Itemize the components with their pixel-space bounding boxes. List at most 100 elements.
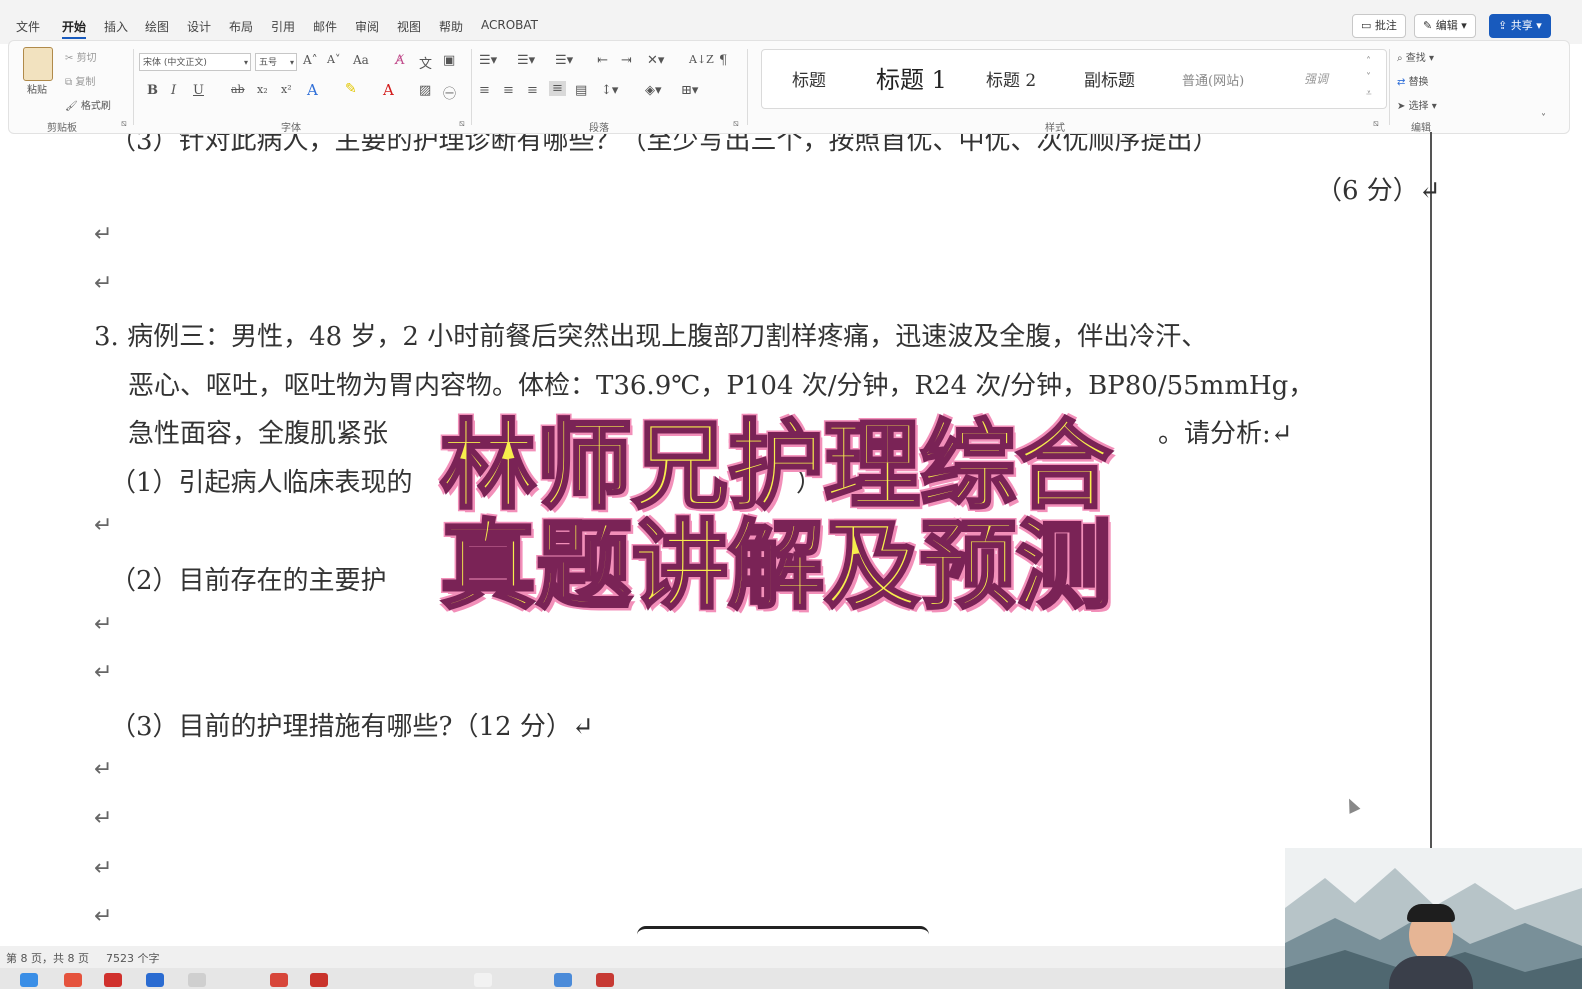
font-color-icon[interactable]: A — [383, 81, 394, 99]
doc-line-analyze[interactable]: 。请分析:↵ — [1158, 413, 1293, 450]
brush-icon: 🖌 — [65, 101, 81, 112]
more-styles-icon[interactable]: ⩡ — [1366, 88, 1372, 99]
taskbar-app-icon[interactable] — [474, 973, 492, 987]
comment-button[interactable]: ▭ 批注 — [1352, 14, 1406, 38]
taskbar-app-icon[interactable] — [188, 973, 206, 987]
doc-line-sub-2[interactable]: （2）目前存在的主要护 — [110, 560, 387, 597]
tab-draw[interactable]: 绘图 — [145, 18, 169, 35]
font-name-select[interactable]: 宋体 (中文正文) ▾ — [139, 53, 251, 71]
cut-button[interactable]: ✂ 剪切 — [65, 49, 97, 64]
share-button[interactable]: ⇪ 共享 ▾ — [1489, 14, 1551, 38]
style-normal-web[interactable]: 普通(网站) — [1182, 70, 1244, 89]
bullets-icon[interactable]: ☰▾ — [479, 53, 497, 68]
doc-line-sub-1[interactable]: （1）引起病人临床表现的 — [110, 462, 413, 499]
find-button[interactable]: ⌕ 查找 ▾ — [1397, 49, 1434, 64]
align-center-icon[interactable]: ≡ — [503, 83, 514, 98]
tab-design[interactable]: 设计 — [187, 18, 211, 35]
highlight-icon[interactable]: ✎ — [345, 81, 357, 97]
tab-help[interactable]: 帮助 — [439, 18, 463, 35]
text-effects-icon[interactable]: A — [307, 81, 318, 99]
font-launcher-icon[interactable]: ⧅ — [459, 119, 465, 129]
collapse-ribbon-icon[interactable]: ˅ — [1541, 113, 1546, 124]
shrink-font-button[interactable]: A˅ — [327, 53, 340, 66]
paragraph-mark: ↵ — [94, 513, 113, 538]
line-spacing-icon[interactable]: ↕▾ — [601, 83, 618, 98]
borders-icon[interactable]: ⊞▾ — [681, 83, 698, 98]
show-marks-icon[interactable]: ¶ — [719, 53, 727, 68]
word-count[interactable]: 7523 个字 — [106, 950, 160, 966]
taskbar-app-icon[interactable] — [554, 973, 572, 987]
tab-review[interactable]: 审阅 — [355, 18, 379, 35]
distributed-icon[interactable]: ▤ — [575, 83, 587, 98]
taskbar-app-icon[interactable] — [596, 973, 614, 987]
select-button[interactable]: ➤ 选择 ▾ — [1397, 97, 1437, 112]
shading-icon[interactable]: ◈▾ — [645, 83, 662, 98]
tab-home[interactable]: 开始 — [62, 18, 87, 39]
clear-format-icon[interactable]: A̸ — [395, 53, 404, 68]
multilevel-list-icon[interactable]: ☰▾ — [555, 53, 573, 68]
tab-mailings[interactable]: 邮件 — [313, 18, 337, 35]
style-emphasis[interactable]: 强调 — [1304, 70, 1328, 87]
copy-button[interactable]: ⧉ 复制 — [65, 73, 95, 88]
align-left-icon[interactable]: ≡ — [479, 83, 490, 98]
asian-layout-icon[interactable]: ✕▾ — [647, 53, 664, 68]
page-count[interactable]: 第 8 页，共 8 页 — [6, 950, 89, 966]
paragraph-launcher-icon[interactable]: ⧅ — [733, 119, 739, 129]
scroll-down-icon[interactable]: ˅ — [1366, 72, 1371, 83]
subscript-button[interactable]: x₂ — [257, 83, 268, 96]
tab-file[interactable]: 文件 — [16, 18, 40, 35]
justify-icon[interactable]: ≡ — [549, 81, 566, 96]
replace-button[interactable]: ⇄ 替换 — [1397, 73, 1429, 88]
paragraph-mark: ↵ — [94, 612, 113, 637]
taskbar-app-icon[interactable] — [104, 973, 122, 987]
taskbar-app-icon[interactable] — [20, 973, 38, 987]
edit-mode-button[interactable]: ✎ 编辑 ▾ — [1414, 14, 1476, 38]
scroll-up-icon[interactable]: ˄ — [1366, 56, 1371, 67]
enclose-characters-icon[interactable]: ㊀ — [443, 83, 456, 102]
bold-button[interactable]: B — [147, 83, 158, 98]
align-right-icon[interactable]: ≡ — [527, 83, 538, 98]
paste-icon[interactable] — [23, 47, 53, 81]
strikethrough-button[interactable]: ab — [231, 83, 245, 96]
taskbar-app-icon[interactable] — [146, 973, 164, 987]
style-subtitle[interactable]: 副标题 — [1084, 66, 1135, 91]
tab-layout[interactable]: 布局 — [229, 18, 253, 35]
italic-button[interactable]: I — [171, 83, 176, 98]
character-shading-icon[interactable]: ▨ — [419, 83, 431, 98]
sort-button[interactable]: A↓Z — [689, 53, 714, 66]
doc-line-case-3-cont2[interactable]: 急性面容，全腹肌紧张 — [128, 413, 388, 450]
doc-line-case-3[interactable]: 3. 病例三：男性，48 岁，2 小时前餐后突然出现上腹部刀割样疼痛，迅速波及全… — [94, 316, 1207, 353]
paste-button[interactable]: 粘贴 — [27, 81, 47, 96]
decrease-indent-icon[interactable]: ⇤ — [597, 53, 608, 68]
taskbar-app-icon[interactable] — [270, 973, 288, 987]
taskbar-app-icon[interactable] — [310, 973, 328, 987]
paragraph-mark: ↵ — [94, 757, 113, 782]
increase-indent-icon[interactable]: ⇥ — [621, 53, 632, 68]
grow-font-button[interactable]: A˄ — [303, 53, 318, 67]
styles-launcher-icon[interactable]: ⧅ — [1373, 119, 1379, 129]
format-painter-button[interactable]: 🖌 格式刷 — [65, 97, 111, 112]
change-case-button[interactable]: Aa — [353, 53, 369, 67]
tab-view[interactable]: 视图 — [397, 18, 421, 35]
doc-line-score-6[interactable]: （6 分）↵ — [1316, 170, 1441, 207]
tab-insert[interactable]: 插入 — [104, 18, 128, 35]
chevron-down-icon: ▾ — [289, 58, 294, 67]
scissors-icon: ✂ — [65, 53, 77, 64]
phonetic-guide-icon[interactable]: 文 — [419, 53, 432, 72]
style-heading-2[interactable]: 标题 2 — [986, 66, 1036, 91]
font-size-value: 五号 — [259, 58, 278, 68]
style-title[interactable]: 标题 — [792, 66, 826, 91]
underline-button[interactable]: U — [193, 83, 204, 98]
taskbar-app-icon[interactable] — [64, 973, 82, 987]
superscript-button[interactable]: x² — [281, 83, 292, 96]
font-size-select[interactable]: 五号 ▾ — [255, 53, 297, 71]
clipboard-launcher-icon[interactable]: ⧅ — [121, 119, 127, 129]
tab-references[interactable]: 引用 — [271, 18, 295, 35]
numbering-icon[interactable]: ☰▾ — [517, 53, 535, 68]
tab-acrobat[interactable]: ACROBAT — [481, 18, 538, 32]
doc-line-sub-3[interactable]: （3）目前的护理措施有哪些?（12 分）↵ — [110, 706, 594, 743]
horizontal-scroll-thumb[interactable] — [637, 926, 929, 935]
character-border-icon[interactable]: ▣ — [443, 53, 455, 68]
divider — [133, 49, 134, 125]
style-heading-1[interactable]: 标题 1 — [876, 60, 947, 95]
